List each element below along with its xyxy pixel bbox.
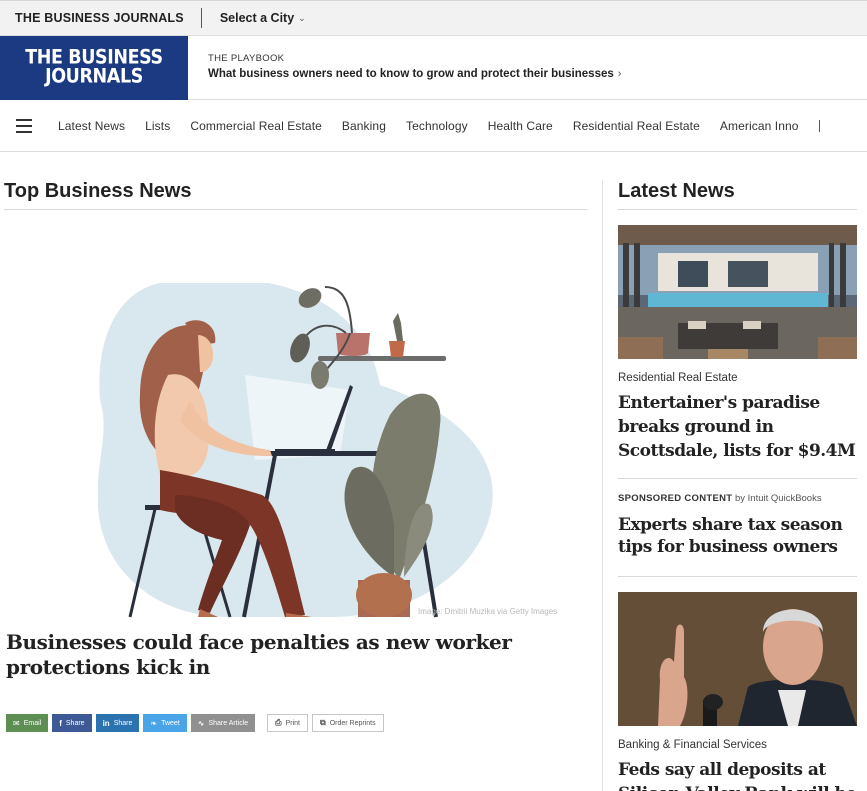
playbook-promo[interactable]: THE PLAYBOOK What business owners need t…	[208, 53, 621, 80]
sponsored-content-tag: SPONSORED CONTENT	[618, 493, 733, 504]
divider	[618, 478, 857, 479]
image-credit: Image: Dmitrii Muzika via Getty Images	[418, 607, 558, 616]
divider	[618, 576, 857, 577]
logo-line-2: JOURNALS	[45, 65, 143, 89]
printer-icon: ⎙	[275, 718, 282, 727]
sponsored-by: by Intuit QuickBooks	[735, 493, 822, 504]
email-share-label: Email	[23, 719, 42, 727]
facebook-icon: f	[59, 718, 62, 728]
nav-item-technology[interactable]: Technology	[406, 119, 468, 133]
twitter-bird-icon: ❧	[150, 718, 158, 728]
top-bar: THE BUSINESS JOURNALS Select a City ⌄	[0, 0, 867, 36]
sidebar-story-headline[interactable]: Entertainer's paradise breaks ground in …	[618, 391, 858, 463]
brand-link[interactable]: THE BUSINESS JOURNALS	[0, 11, 184, 25]
story-image-scottsdale-home[interactable]	[618, 225, 857, 359]
menu-icon[interactable]	[16, 118, 32, 133]
share-article-label: Share Article	[208, 719, 249, 727]
playbook-headline-text: What business owners need to know to gro…	[208, 68, 614, 80]
link-icon: ∿	[197, 718, 205, 728]
order-reprints-label: Order Reprints	[329, 719, 376, 727]
sponsored-headline[interactable]: Experts share tax season tips for busine…	[618, 514, 858, 558]
chevron-right-icon: ›	[617, 68, 622, 80]
main-nav: Latest News Lists Commercial Real Estate…	[0, 100, 867, 152]
chevron-down-icon: ⌄	[298, 12, 306, 23]
reprint-icon: ⧉	[319, 718, 326, 727]
story-category[interactable]: Banking & Financial Services	[618, 739, 767, 751]
city-select[interactable]: Select a City ⌄	[220, 11, 306, 25]
print-button[interactable]: ⎙ Print	[267, 714, 308, 732]
email-share-button[interactable]: ✉ Email	[6, 714, 49, 732]
section-title-latest-news: Latest News	[618, 180, 735, 202]
share-toolbar: ✉ Email f Share in Share ❧ Tweet ∿ Share Arti…	[6, 714, 384, 732]
nav-item-banking[interactable]: Banking	[342, 119, 386, 133]
nav-divider	[818, 119, 820, 132]
order-reprints-button[interactable]: ⧉ Order Reprints	[311, 714, 384, 732]
nav-item-commercial-real-estate[interactable]: Commercial Real Estate	[190, 119, 322, 133]
divider	[618, 209, 857, 210]
twitter-share-label: Tweet	[161, 719, 180, 727]
playbook-headline[interactable]: What business owners need to know to gro…	[208, 68, 621, 80]
linkedin-icon: in	[102, 718, 110, 728]
nav-item-american-inno[interactable]: American Inno	[720, 119, 799, 133]
story-category[interactable]: Residential Real Estate	[618, 372, 738, 384]
linkedin-share-button[interactable]: in Share	[95, 714, 140, 732]
linkedin-share-label: Share	[113, 719, 133, 727]
sidebar-story-headline[interactable]: Feds say all deposits at Silicon Valley …	[618, 758, 858, 791]
share-article-button[interactable]: ∿ Share Article	[190, 714, 256, 732]
speaker-portrait-photo	[618, 592, 857, 726]
section-title-top-business-news: Top Business News	[4, 180, 192, 202]
facebook-share-button[interactable]: f Share	[52, 714, 92, 732]
luxury-home-photo	[618, 225, 857, 359]
playbook-kicker: THE PLAYBOOK	[208, 53, 285, 64]
nav-items: Latest News Lists Commercial Real Estate…	[58, 119, 819, 133]
print-label: Print	[285, 719, 300, 727]
facebook-share-label: Share	[65, 719, 85, 727]
story-image-powell[interactable]	[618, 592, 857, 726]
main-story-headline[interactable]: Businesses could face penalties as new w…	[6, 630, 596, 680]
divider	[200, 8, 202, 28]
woman-at-desk-illustration	[97, 283, 493, 618]
sponsored-label: SPONSORED CONTENT by Intuit QuickBooks	[618, 493, 822, 504]
masthead: THE BUSINESS JOURNALS THE PLAYBOOK What …	[0, 36, 867, 100]
site-logo[interactable]: THE BUSINESS JOURNALS	[0, 36, 188, 100]
city-select-label: Select a City	[219, 11, 295, 25]
hero-illustration[interactable]	[0, 225, 590, 620]
envelope-icon: ✉	[13, 718, 20, 728]
column-divider	[602, 180, 603, 791]
nav-item-lists[interactable]: Lists	[145, 119, 170, 133]
nav-item-residential-real-estate[interactable]: Residential Real Estate	[573, 119, 700, 133]
divider	[4, 209, 587, 210]
nav-item-health-care[interactable]: Health Care	[488, 119, 553, 133]
nav-item-latest-news[interactable]: Latest News	[58, 119, 125, 133]
twitter-share-button[interactable]: ❧ Tweet	[143, 714, 187, 732]
